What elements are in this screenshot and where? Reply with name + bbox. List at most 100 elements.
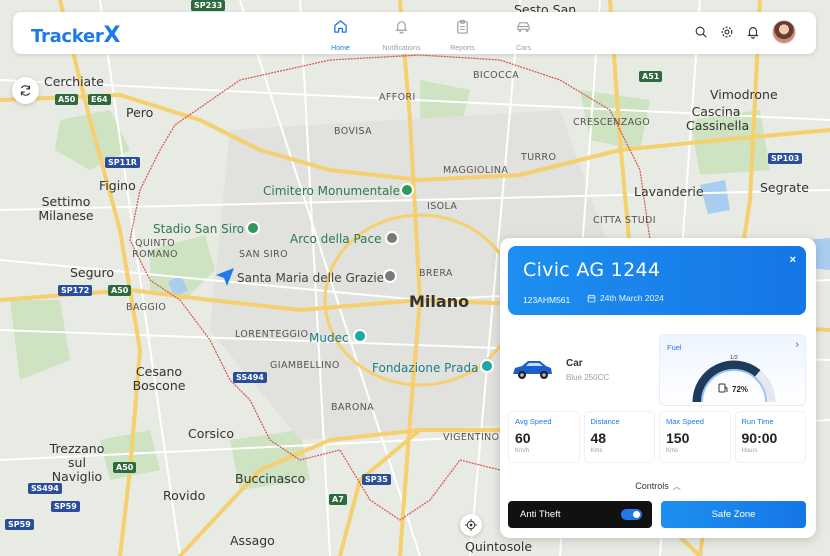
road-shield: A50	[113, 462, 137, 473]
stat-card-distance: Distance 48 Kms	[583, 411, 655, 463]
refresh-icon	[20, 85, 31, 96]
chevron-up-icon: ︿	[672, 482, 681, 491]
vehicle-plate: 123AHM561	[523, 295, 571, 305]
vehicle-header: Civic AG 1244 123AHM561 24th March 2024 …	[508, 246, 806, 315]
map-label: Rovido	[163, 488, 206, 503]
poi-pin-icon[interactable]	[353, 329, 367, 343]
map-label: Pero	[126, 105, 154, 120]
app-logo[interactable]: TrackerX	[31, 23, 120, 48]
map-district: MAGGIOLINA	[443, 165, 509, 176]
map-label: Corsico	[188, 426, 235, 441]
vehicle-type: Car	[566, 358, 583, 369]
anti-theft-control[interactable]: Anti Theft	[508, 501, 652, 528]
map-label: Vimodrone	[710, 87, 778, 102]
stat-card-run-time: Run Time 90:00 Hours	[734, 411, 806, 463]
poi-label: Cimitero Monumentale	[263, 184, 401, 198]
poi-label: Fondazione Prada	[372, 361, 479, 375]
poi-pin-icon[interactable]	[383, 269, 397, 283]
road-shield: A50	[108, 285, 132, 296]
nav-label: Cars	[516, 45, 531, 52]
map-district: BRERA	[419, 268, 453, 279]
road-shield: SS494	[28, 483, 62, 494]
map-label: Buccinasco	[235, 471, 306, 486]
poi-pin-icon[interactable]	[400, 183, 414, 197]
main-nav: Home Notifications Reports Cars	[310, 19, 554, 55]
map-label: Seguro	[70, 265, 114, 280]
vehicle-detail-panel: Civic AG 1244 123AHM561 24th March 2024 …	[500, 238, 816, 538]
nav-notifications[interactable]: Notifications	[371, 19, 432, 55]
fuel-label: Fuel	[667, 343, 682, 352]
road-shield: SP233	[191, 0, 226, 11]
map-district: BARONA	[331, 402, 375, 413]
bell-icon	[395, 21, 408, 34]
map-label: Cerchiate	[44, 74, 104, 89]
map-label: Trezzano sul Naviglio	[49, 441, 105, 484]
safe-zone-button[interactable]: Safe Zone	[661, 501, 806, 528]
stat-card-avg-speed: Avg Speed 60 Km/h	[508, 411, 580, 463]
map-district: BAGGIO	[126, 302, 167, 313]
vehicle-summary: Car Blue 250CC	[508, 334, 652, 404]
top-actions	[694, 20, 796, 44]
bell-icon[interactable]	[746, 25, 760, 39]
map-district: AFFORI	[379, 92, 416, 103]
map-district: ISOLA	[427, 201, 458, 212]
road-shield: SS494	[233, 372, 267, 383]
nav-label: Reports	[450, 45, 475, 52]
road-shield: SP103	[768, 153, 803, 164]
map-district: QUINTO ROMANO	[132, 238, 178, 260]
clipboard-icon	[457, 19, 468, 34]
map-label: Assago	[230, 533, 275, 548]
road-shield: A51	[639, 71, 663, 82]
close-panel-button[interactable]: ×	[790, 254, 796, 266]
refresh-button[interactable]	[12, 77, 39, 104]
chevron-right-icon[interactable]: ›	[795, 339, 799, 351]
home-icon	[334, 20, 347, 33]
poi-pin-icon[interactable]	[246, 221, 260, 235]
map-district: CRESCENZAGO	[573, 117, 651, 128]
vehicle-stats: Avg Speed 60 Km/h Distance 48 Kms Max Sp…	[508, 411, 806, 463]
nav-label: Notifications	[382, 45, 421, 52]
map-district: SAN SIRO	[239, 249, 288, 260]
poi-pin-icon[interactable]	[480, 359, 494, 373]
car-icon	[517, 22, 530, 32]
map-district: LORENTEGGIO	[235, 329, 309, 340]
map-label: Quintosole	[465, 539, 533, 554]
gauge-mid-label: 1/2	[730, 355, 738, 361]
nav-reports[interactable]: Reports	[432, 19, 493, 55]
vehicle-location-icon[interactable]	[214, 266, 236, 288]
crosshair-icon	[465, 519, 477, 531]
map-city-label: Milano	[409, 292, 470, 311]
poi-pin-icon[interactable]	[385, 231, 399, 245]
top-navigation-bar: TrackerX Home Notifications Reports Cars	[13, 12, 816, 54]
poi-label: Santa Maria delle Grazie	[237, 271, 385, 285]
poi-label: Arco della Pace	[290, 232, 382, 246]
vehicle-date: 24th March 2024	[587, 293, 664, 303]
controls-toggle[interactable]: Controls ︿	[500, 481, 816, 492]
road-shield: A50	[55, 94, 79, 105]
search-icon[interactable]	[694, 25, 708, 39]
road-shield: E64	[88, 94, 111, 105]
control-buttons: Anti Theft Safe Zone	[508, 501, 806, 528]
road-shield: SP11R	[105, 157, 140, 168]
gear-icon[interactable]	[720, 25, 734, 39]
poi-label: Stadio San Siro	[153, 222, 245, 236]
poi-label: Mudec	[309, 331, 349, 345]
map-district: TURRO	[521, 152, 557, 163]
avatar[interactable]	[772, 20, 796, 44]
locate-button[interactable]	[460, 514, 482, 536]
vehicle-title: Civic AG 1244	[523, 259, 661, 281]
fuel-card[interactable]: Fuel › 1/2 72%	[659, 334, 806, 406]
road-shield: SP59	[5, 519, 34, 530]
map-district: GIAMBELLINO	[270, 360, 340, 371]
fuel-pump-icon	[718, 383, 728, 393]
nav-home[interactable]: Home	[310, 19, 371, 55]
map-district: BICOCCA	[473, 70, 519, 81]
road-shield: SP59	[51, 501, 80, 512]
map-district: BOVISA	[334, 126, 373, 137]
fuel-percentage: 72%	[732, 385, 749, 394]
anti-theft-toggle[interactable]	[621, 509, 642, 520]
map-label: Figino	[99, 178, 136, 193]
map-district: VIGENTINO	[443, 432, 500, 443]
map-district: CITTA STUDI	[593, 215, 656, 226]
nav-cars[interactable]: Cars	[493, 19, 554, 55]
